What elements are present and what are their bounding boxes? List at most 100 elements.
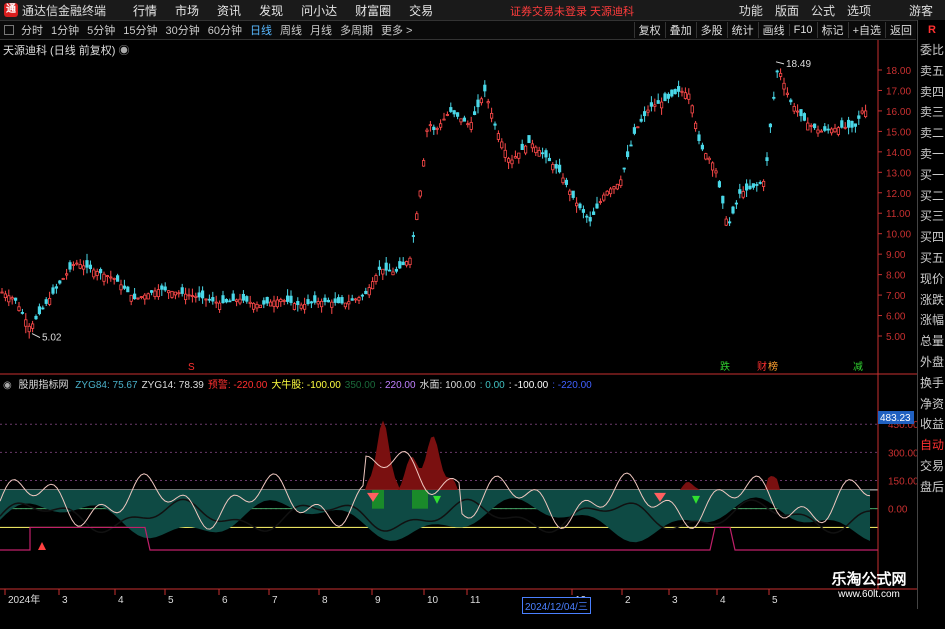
menu-item-layout[interactable]: 版面 [769, 2, 805, 19]
side-item[interactable]: 外盘 [918, 352, 945, 373]
candle-body [619, 179, 623, 187]
period-more[interactable]: 更多 > [377, 22, 416, 38]
tool-stats[interactable]: 统计 [726, 22, 758, 38]
side-item[interactable]: 收益 [918, 414, 945, 435]
candle-body [299, 304, 303, 309]
side-item[interactable]: 涨跌 [918, 290, 945, 311]
side-item[interactable]: 委比 [918, 40, 945, 61]
candle-body [745, 183, 749, 191]
menu-item-formula[interactable]: 公式 [805, 2, 841, 19]
candle-body [425, 129, 429, 132]
candle-body [660, 101, 664, 109]
side-item[interactable]: 卖五 [918, 61, 945, 82]
side-item[interactable]: 总量 [918, 331, 945, 352]
stock-label[interactable]: 天源迪科 (日线 前复权) ◉ [3, 42, 130, 58]
period-15min[interactable]: 15分钟 [119, 22, 161, 38]
candle-body [575, 202, 579, 207]
menu-item-options[interactable]: 选项 [841, 2, 877, 19]
period-1min[interactable]: 1分钟 [47, 22, 83, 38]
candle-body [360, 294, 365, 297]
candle-body [864, 110, 868, 118]
kline-chart[interactable]: 18.49 5.02 S 跌 财榜 减 18.00 17.00 16.00 15.00 14.00… [0, 40, 917, 629]
candle-body [58, 280, 62, 284]
side-item[interactable]: 卖四 [918, 82, 945, 103]
side-item[interactable]: 盘后 [918, 477, 945, 498]
candle-body [217, 302, 222, 310]
side-item[interactable]: 换手 [918, 373, 945, 394]
high-marker: 18.49 [786, 59, 811, 70]
candle-body [200, 290, 205, 299]
period-60min[interactable]: 60分钟 [204, 22, 246, 38]
candle-body [30, 323, 35, 329]
tool-mark[interactable]: 标记 [816, 22, 848, 38]
menu-item-function[interactable]: 功能 [733, 2, 769, 19]
candle-body [190, 295, 194, 297]
side-item[interactable]: 交易 [918, 456, 945, 477]
candle-body [302, 303, 307, 310]
candle-body [459, 118, 463, 123]
candle-body [7, 295, 11, 303]
candle-body [292, 303, 297, 310]
candle-body [649, 102, 654, 107]
candle-body [704, 153, 708, 160]
candle-body [840, 120, 844, 128]
candle-body [609, 188, 613, 195]
side-item[interactable]: 净资 [918, 394, 945, 415]
candle-body [340, 297, 344, 304]
x-label: 3 [62, 595, 68, 606]
candle-body [241, 293, 245, 301]
r-badge[interactable]: R [918, 20, 945, 40]
side-item[interactable]: 买三 [918, 206, 945, 227]
side-item[interactable]: 现价 [918, 269, 945, 290]
candle-body [258, 304, 263, 309]
settings-circle-icon[interactable]: ◉ [119, 45, 130, 57]
grid-toggle-icon[interactable] [4, 25, 14, 35]
period-multi[interactable]: 多周期 [336, 22, 377, 38]
candle-body [265, 296, 269, 304]
candle-body [326, 299, 331, 303]
indicator-gear-icon[interactable]: ◉ [3, 380, 12, 391]
menu-item-trade[interactable]: 交易 [400, 2, 442, 19]
tool-multi-stock[interactable]: 多股 [695, 22, 727, 38]
side-item-auto[interactable]: 自动 [918, 435, 945, 456]
side-item[interactable]: 买二 [918, 186, 945, 207]
candle-body [724, 218, 728, 226]
tool-overlay[interactable]: 叠加 [664, 22, 696, 38]
tool-add-watchlist[interactable]: +自选 [847, 22, 885, 38]
menu-item-wealth[interactable]: 财富圈 [346, 2, 400, 19]
indicator-name[interactable]: 股朋指标网 [19, 380, 69, 391]
side-item[interactable]: 买四 [918, 227, 945, 248]
menu-item-news[interactable]: 资讯 [208, 2, 250, 19]
menu-item-market[interactable]: 市场 [166, 2, 208, 19]
side-item[interactable]: 买一 [918, 165, 945, 186]
candle-body [255, 303, 259, 309]
candle-body [435, 127, 439, 130]
tool-f10[interactable]: F10 [788, 24, 817, 36]
side-item[interactable]: 买五 [918, 248, 945, 269]
side-item[interactable]: 卖三 [918, 102, 945, 123]
price-label: 12.00 [886, 189, 911, 200]
price-label: 13.00 [886, 168, 911, 179]
side-item[interactable]: 卖一 [918, 144, 945, 165]
menu-item-discover[interactable]: 发现 [250, 2, 292, 19]
candle-body [82, 265, 86, 270]
menu-item-quotes[interactable]: 行情 [124, 2, 166, 19]
x-label: 2 [625, 595, 631, 606]
period-30min[interactable]: 30分钟 [162, 22, 204, 38]
guest-user[interactable]: 游客 [903, 2, 939, 19]
login-notice[interactable]: 证券交易未登录 天源迪科 [510, 3, 634, 19]
tool-back[interactable]: 返回 [885, 22, 916, 38]
period-daily[interactable]: 日线 [246, 22, 276, 38]
selected-date: 2024/12/04/三 [522, 597, 591, 614]
side-item[interactable]: 涨幅 [918, 310, 945, 331]
period-monthly[interactable]: 月线 [306, 22, 336, 38]
period-5min[interactable]: 5分钟 [83, 22, 119, 38]
menu-item-ask[interactable]: 问小达 [292, 2, 346, 19]
period-weekly[interactable]: 周线 [276, 22, 306, 38]
quote-side-panel: R 委比 卖五 卖四 卖三 卖二 卖一 买一 买二 买三 买四 买五 现价 涨跌… [917, 20, 945, 609]
candle-body [187, 294, 191, 297]
side-item[interactable]: 卖二 [918, 123, 945, 144]
tool-adjust[interactable]: 复权 [633, 22, 665, 38]
tool-draw[interactable]: 画线 [757, 22, 789, 38]
period-tick[interactable]: 分时 [17, 22, 47, 38]
